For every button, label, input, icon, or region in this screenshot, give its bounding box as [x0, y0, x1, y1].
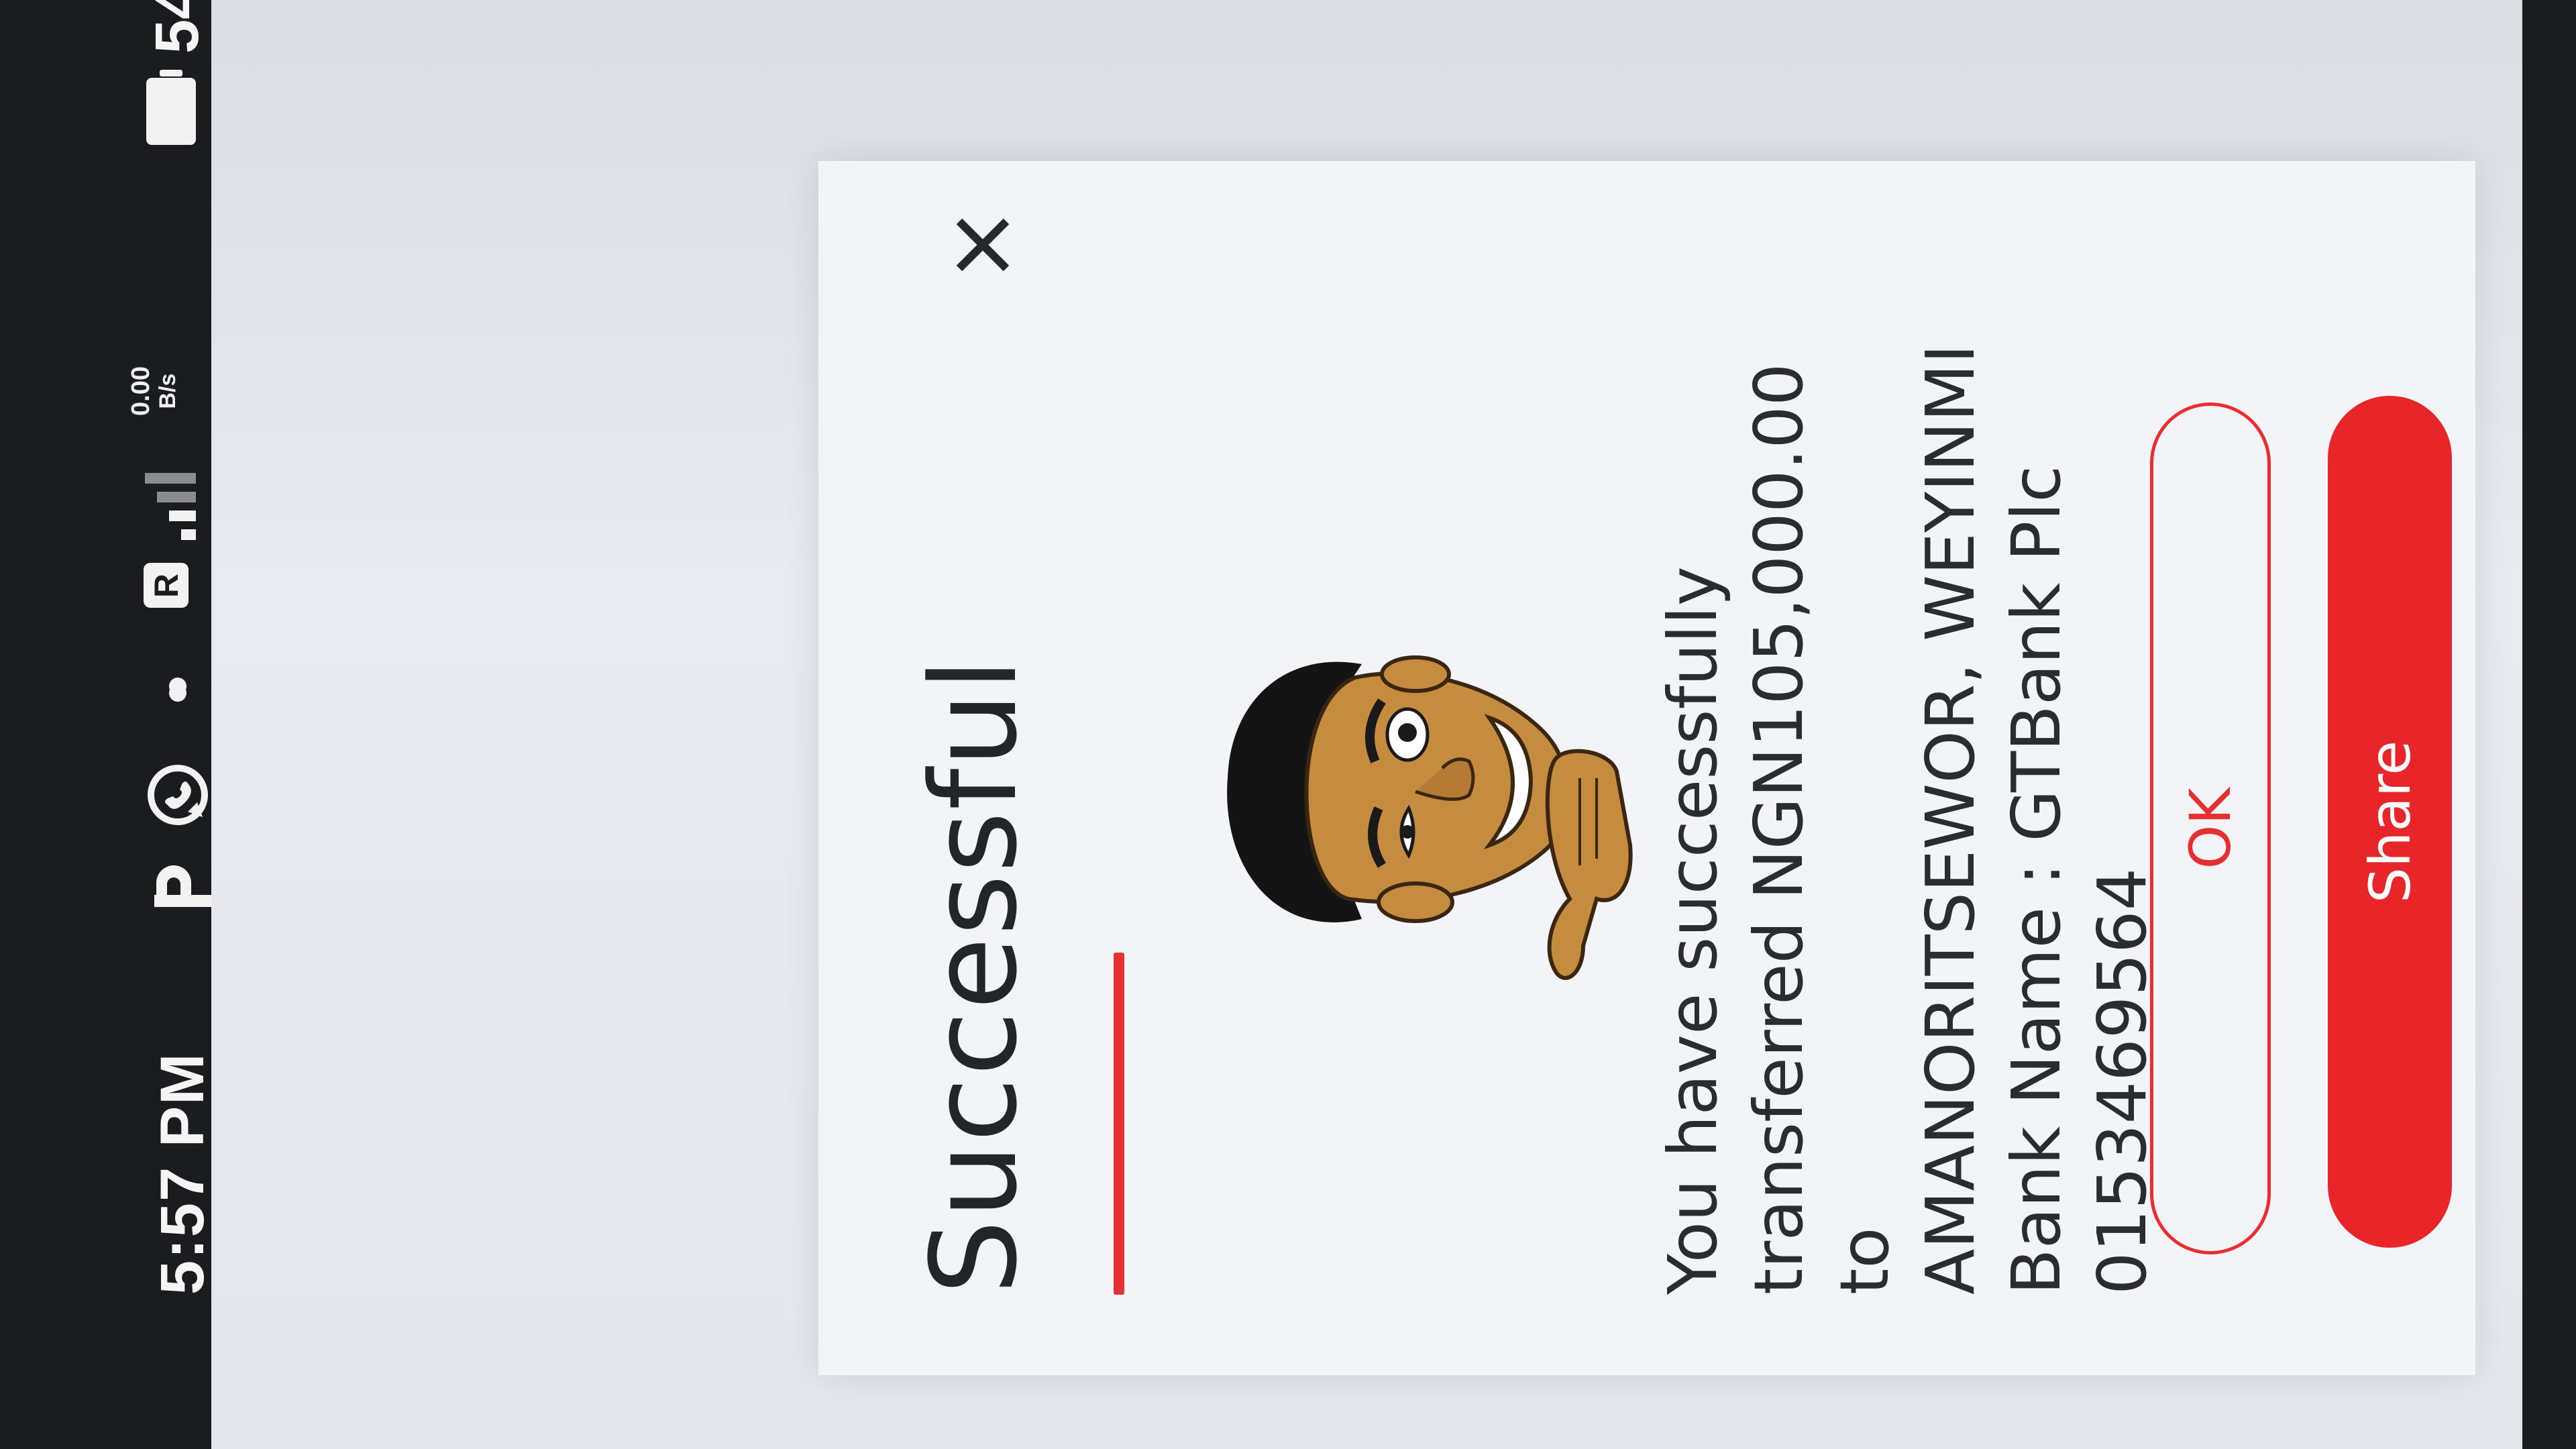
message-line: to — [1825, 1227, 1904, 1295]
status-time: 5:57 PM — [148, 1052, 217, 1295]
roaming-icon: R — [141, 560, 194, 610]
whatsapp-icon — [141, 758, 217, 832]
message-line: transferred NGN105,000.00 — [1739, 363, 1818, 1295]
message-line: Bank Name : GTBank Plc — [1997, 465, 2076, 1295]
battery-icon — [141, 67, 204, 148]
svg-text:R: R — [148, 574, 185, 598]
message-line: AMANORITSEWOR, WEYINMI — [1911, 343, 1990, 1295]
network-speed: 0.00 B/s — [127, 366, 181, 416]
dialog-title: Successful — [906, 657, 1043, 1295]
p-icon — [151, 859, 217, 912]
photo-scene: 5:57 PM R 0.00 B/s 54 Successful You hav… — [0, 0, 2576, 1449]
dot-icon — [166, 675, 192, 698]
message-line: You have successfully — [1654, 566, 1732, 1295]
status-bar: 5:57 PM R 0.00 B/s 54 — [40, 0, 217, 1449]
phone-screen: 5:57 PM R 0.00 B/s 54 Successful You hav… — [40, 0, 2522, 1449]
close-icon — [956, 218, 1010, 272]
status-bar-right: R 0.00 B/s 54 — [40, 0, 211, 698]
ok-button[interactable]: OK — [2150, 402, 2271, 1254]
share-button[interactable]: Share — [2328, 396, 2452, 1248]
thumbs-up-mascot-image — [1194, 590, 1637, 1000]
title-underline — [1114, 953, 1124, 1295]
network-speed-value: 0.00 — [127, 366, 155, 416]
battery-percent: 54 — [143, 0, 211, 54]
network-speed-unit: B/s — [155, 373, 180, 409]
close-button[interactable] — [932, 195, 1033, 295]
transfer-success-dialog: Successful You have successfully transfe… — [818, 161, 2475, 1375]
signal-icon — [134, 449, 201, 543]
transfer-message: You have successfully transferred NGN105… — [1650, 188, 2165, 1295]
